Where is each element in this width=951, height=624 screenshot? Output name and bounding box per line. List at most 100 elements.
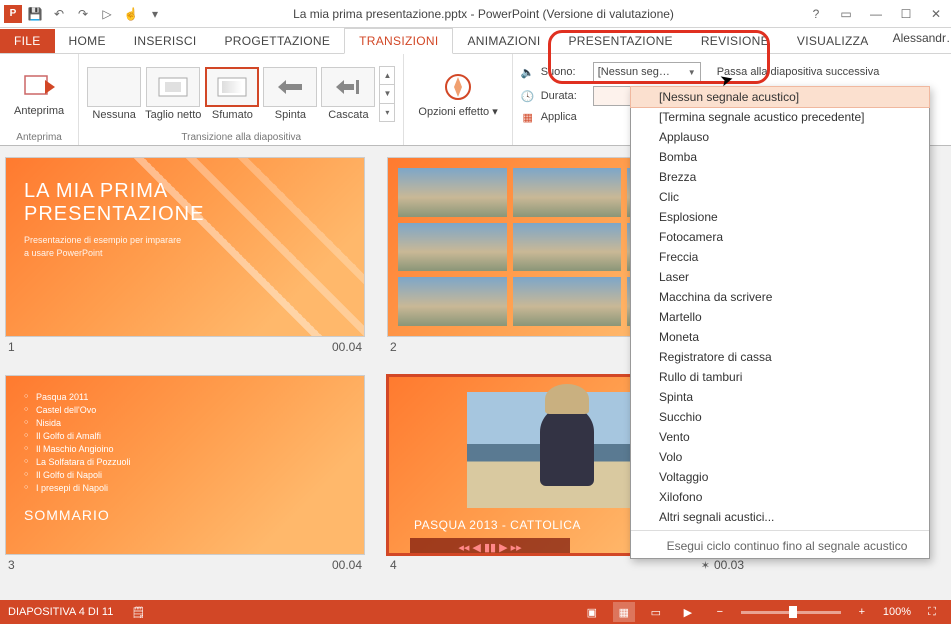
group-preview-caption: Anteprima (8, 130, 70, 143)
animation-indicator-icon[interactable]: ✶ (701, 560, 710, 572)
group-transition-caption: Transizione alla diapositiva (87, 130, 395, 143)
status-slide-position: DIAPOSITIVA 4 DI 11 (8, 606, 113, 618)
effect-options-icon (442, 71, 474, 103)
sound-option[interactable]: Esplosione (631, 207, 929, 227)
tab-file[interactable]: FILE (0, 29, 55, 53)
sound-option[interactable]: Moneta (631, 327, 929, 347)
transition-none-label: Nessuna (92, 109, 135, 121)
sound-option[interactable]: Laser (631, 267, 929, 287)
transition-gallery-more[interactable]: ▲ ▼ ▾ (379, 66, 395, 122)
tab-animations[interactable]: ANIMAZIONI (453, 29, 554, 53)
account-name: Alessandr… (893, 31, 951, 45)
sound-option[interactable]: Xilofono (631, 487, 929, 507)
fit-to-window-icon[interactable]: ⛶ (921, 602, 943, 622)
sound-option[interactable]: Voltaggio (631, 467, 929, 487)
sound-dropdown-menu[interactable]: [Nessun segnale acustico] [Termina segna… (630, 86, 930, 559)
slide-thumbnail-1[interactable]: LA MIA PRIMA PRESENTAZIONE Presentazione… (6, 158, 364, 336)
sound-option[interactable]: Succhio (631, 407, 929, 427)
notes-icon[interactable]: 🗒 (127, 602, 149, 622)
sound-option[interactable]: Fotocamera (631, 227, 929, 247)
sound-label: Suono: (541, 66, 587, 78)
slide3-summary-title: SOMMARIO (24, 507, 346, 523)
sound-option[interactable]: Applauso (631, 127, 929, 147)
tab-transitions[interactable]: TRANSIZIONI (344, 28, 453, 54)
view-slideshow-icon[interactable]: ▶ (677, 602, 699, 622)
slide-number: 4 (390, 558, 397, 572)
zoom-slider-thumb[interactable] (789, 606, 797, 618)
sound-dropdown[interactable]: [Nessun seg… ▼ (593, 62, 701, 82)
sound-option[interactable]: Rullo di tamburi (631, 367, 929, 387)
apply-all-icon: ▦ (521, 110, 535, 124)
transition-push[interactable] (263, 67, 317, 107)
zoom-out-button[interactable]: − (709, 602, 731, 622)
slide-duration: 00.04 (332, 558, 362, 572)
slide-number: 2 (390, 340, 397, 354)
sound-option[interactable]: Martello (631, 307, 929, 327)
transition-cut[interactable] (146, 67, 200, 107)
view-sorter-icon[interactable]: ▦ (613, 602, 635, 622)
zoom-in-button[interactable]: + (851, 602, 873, 622)
preview-play-icon (23, 71, 55, 103)
preview-button[interactable]: Anteprima (8, 67, 70, 121)
slide-number: 1 (8, 340, 15, 354)
touch-mode-icon[interactable]: ☝ (120, 3, 142, 25)
qat-customize-icon[interactable]: ▾ (144, 3, 166, 25)
duration-label: Durata: (541, 90, 587, 102)
sound-option[interactable]: [Termina segnale acustico precedente] (631, 107, 929, 127)
sound-dropdown-arrow-icon[interactable]: ▼ (688, 68, 696, 77)
ribbon-help-icon[interactable]: ? (801, 0, 831, 28)
transition-none[interactable] (87, 67, 141, 107)
sound-option[interactable]: Freccia (631, 247, 929, 267)
transition-fade[interactable] (205, 67, 259, 107)
powerpoint-app-icon: P (4, 5, 22, 23)
gallery-expand-icon[interactable]: ▾ (380, 104, 394, 121)
sound-option[interactable]: Vento (631, 427, 929, 447)
ribbon-display-options-icon[interactable]: ▭ (831, 0, 861, 28)
gallery-scroll-up-icon[interactable]: ▲ (380, 67, 394, 85)
tab-slideshow[interactable]: PRESENTAZIONE (554, 29, 686, 53)
view-normal-icon[interactable]: ▣ (581, 602, 603, 622)
sound-option[interactable]: Clic (631, 187, 929, 207)
slide-duration: 00.04 (332, 340, 362, 354)
transition-wipe-label: Cascata (328, 109, 368, 121)
undo-icon[interactable]: ↶ (48, 3, 70, 25)
view-reading-icon[interactable]: ▭ (645, 602, 667, 622)
effect-options-button[interactable]: Opzioni effetto ▾ (412, 67, 503, 122)
sound-option-other[interactable]: Altri segnali acustici... (631, 507, 929, 527)
tab-insert[interactable]: INSERISCI (120, 29, 211, 53)
sound-option[interactable]: Bomba (631, 147, 929, 167)
account-menu[interactable]: Alessandr… (883, 23, 951, 53)
gallery-scroll-down-icon[interactable]: ▼ (380, 85, 394, 103)
slide1-subtitle: Presentazione di esempio per imparare a … (6, 234, 206, 259)
preview-label: Anteprima (14, 105, 64, 117)
sound-icon: 🔈 (521, 65, 535, 79)
tab-design[interactable]: PROGETTAZIONE (210, 29, 344, 53)
tab-home[interactable]: HOME (55, 29, 120, 53)
zoom-slider[interactable] (741, 611, 841, 614)
sound-option[interactable]: Registratore di cassa (631, 347, 929, 367)
transition-fade-label: Sfumato (212, 109, 253, 121)
transition-push-label: Spinta (275, 109, 306, 121)
save-icon[interactable]: 💾 (24, 3, 46, 25)
tab-review[interactable]: REVISIONE (687, 29, 783, 53)
slide4-media-controls-icon: ◂◂ ◀ ▮▮ ▶ ▸▸ (410, 538, 570, 554)
sound-option[interactable]: Macchina da scrivere (631, 287, 929, 307)
sound-option[interactable]: [Nessun segnale acustico] (631, 87, 929, 107)
sound-option[interactable]: Brezza (631, 167, 929, 187)
sound-option[interactable]: Spinta (631, 387, 929, 407)
apply-to-all-button[interactable]: Applica (541, 111, 577, 123)
start-slideshow-icon[interactable]: ▷ (96, 3, 118, 25)
redo-icon[interactable]: ↷ (72, 3, 94, 25)
slide-number: 3 (8, 558, 15, 572)
advance-slide-heading: Passa alla diapositiva successiva (717, 66, 880, 78)
sound-loop-option[interactable]: Esegui ciclo continuo fino al segnale ac… (631, 534, 929, 558)
zoom-level[interactable]: 100% (883, 606, 911, 618)
transition-cut-label: Taglio netto (145, 109, 201, 121)
sound-option[interactable]: Volo (631, 447, 929, 467)
effect-options-label: Opzioni effetto ▾ (418, 105, 497, 118)
duration-icon: 🕓 (521, 89, 535, 103)
tab-view[interactable]: VISUALIZZA (783, 29, 883, 53)
sound-value: [Nessun seg… (598, 66, 670, 78)
transition-wipe[interactable] (321, 67, 375, 107)
slide-thumbnail-3[interactable]: Pasqua 2011 Castel dell'Ovo Nisida Il Go… (6, 376, 364, 554)
